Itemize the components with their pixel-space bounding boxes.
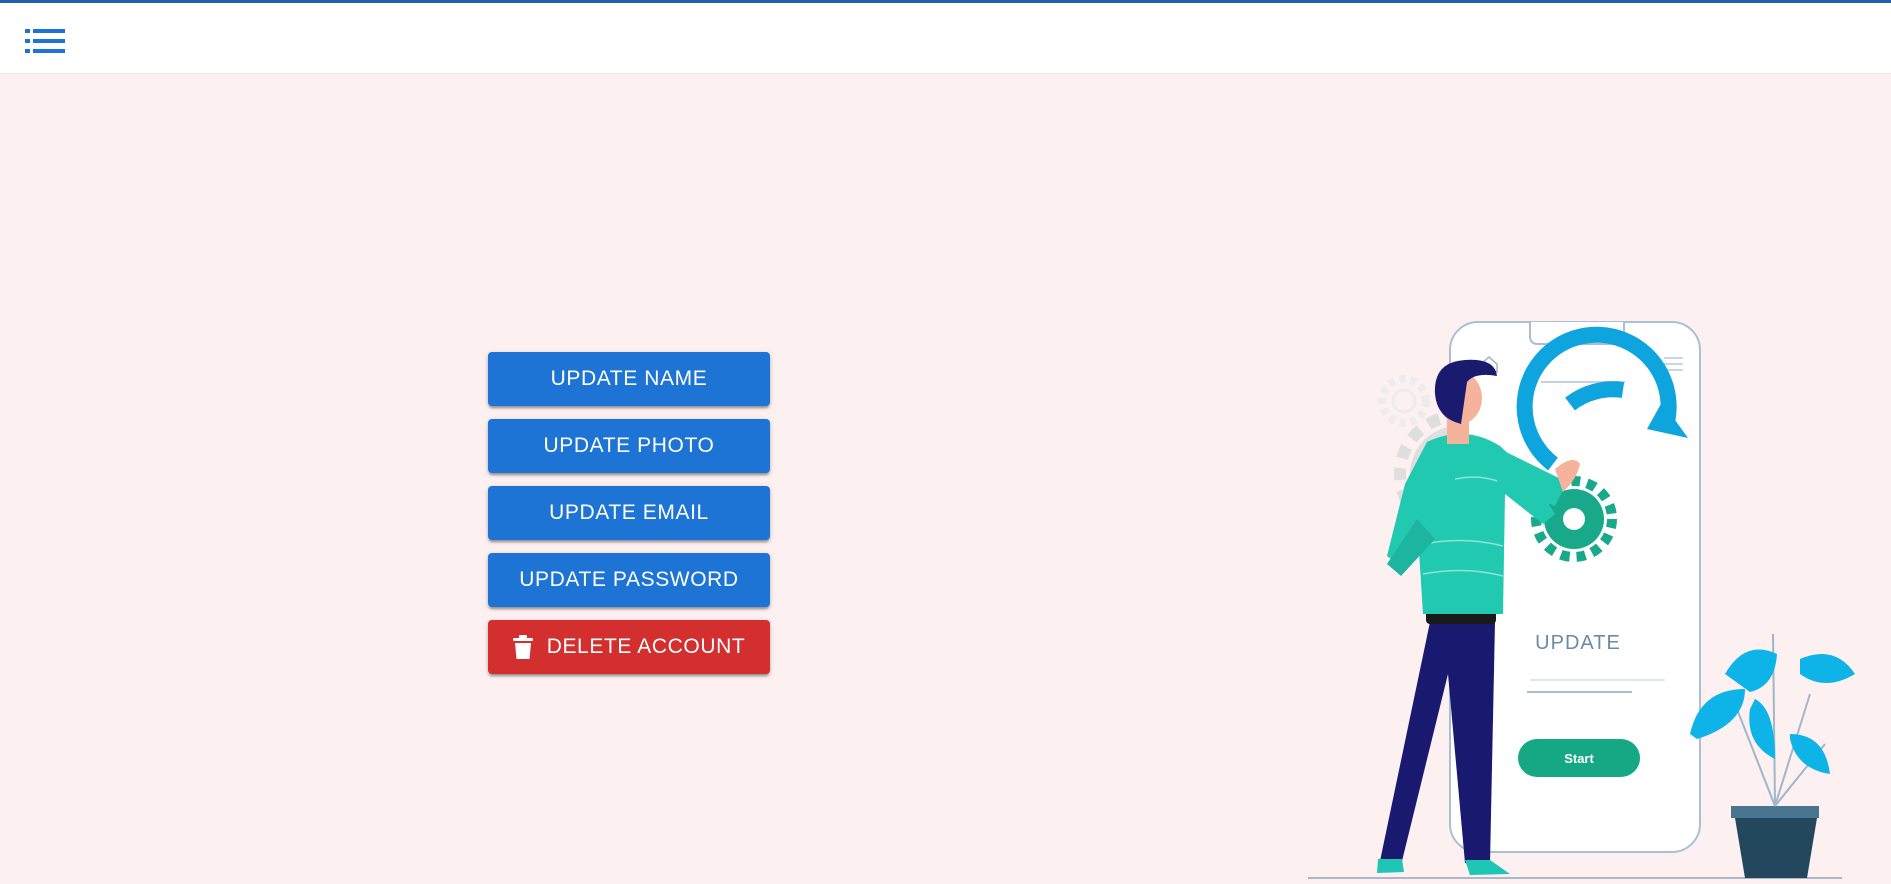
plant-pot [1690,633,1855,878]
top-app-bar [0,0,1891,74]
update-name-button[interactable]: UPDATE NAME [488,352,770,406]
phone-title: UPDATE [1535,632,1621,654]
menu-button[interactable] [22,23,68,59]
delete-account-label: DELETE ACCOUNT [546,635,746,658]
delete-account-button[interactable]: DELETE ACCOUNT [488,620,770,674]
update-email-button[interactable]: UPDATE EMAIL [488,486,770,540]
update-illustration: UPDATE Start [1308,321,1855,879]
update-password-button[interactable]: UPDATE PASSWORD [488,553,770,607]
update-photo-button[interactable]: UPDATE PHOTO [488,419,770,473]
update-name-label: UPDATE NAME [550,367,708,390]
main-content: UPDATE NAME UPDATE PHOTO UPDATE EMAIL UP… [0,74,1891,879]
trash-icon [512,635,533,659]
update-photo-label: UPDATE PHOTO [543,434,715,457]
gear-icon [1378,375,1430,427]
list-menu-icon [25,29,65,53]
account-actions: UPDATE NAME UPDATE PHOTO UPDATE EMAIL UP… [488,352,770,687]
start-label: Start [1564,751,1594,766]
update-password-label: UPDATE PASSWORD [519,568,739,591]
update-email-label: UPDATE EMAIL [549,501,709,524]
